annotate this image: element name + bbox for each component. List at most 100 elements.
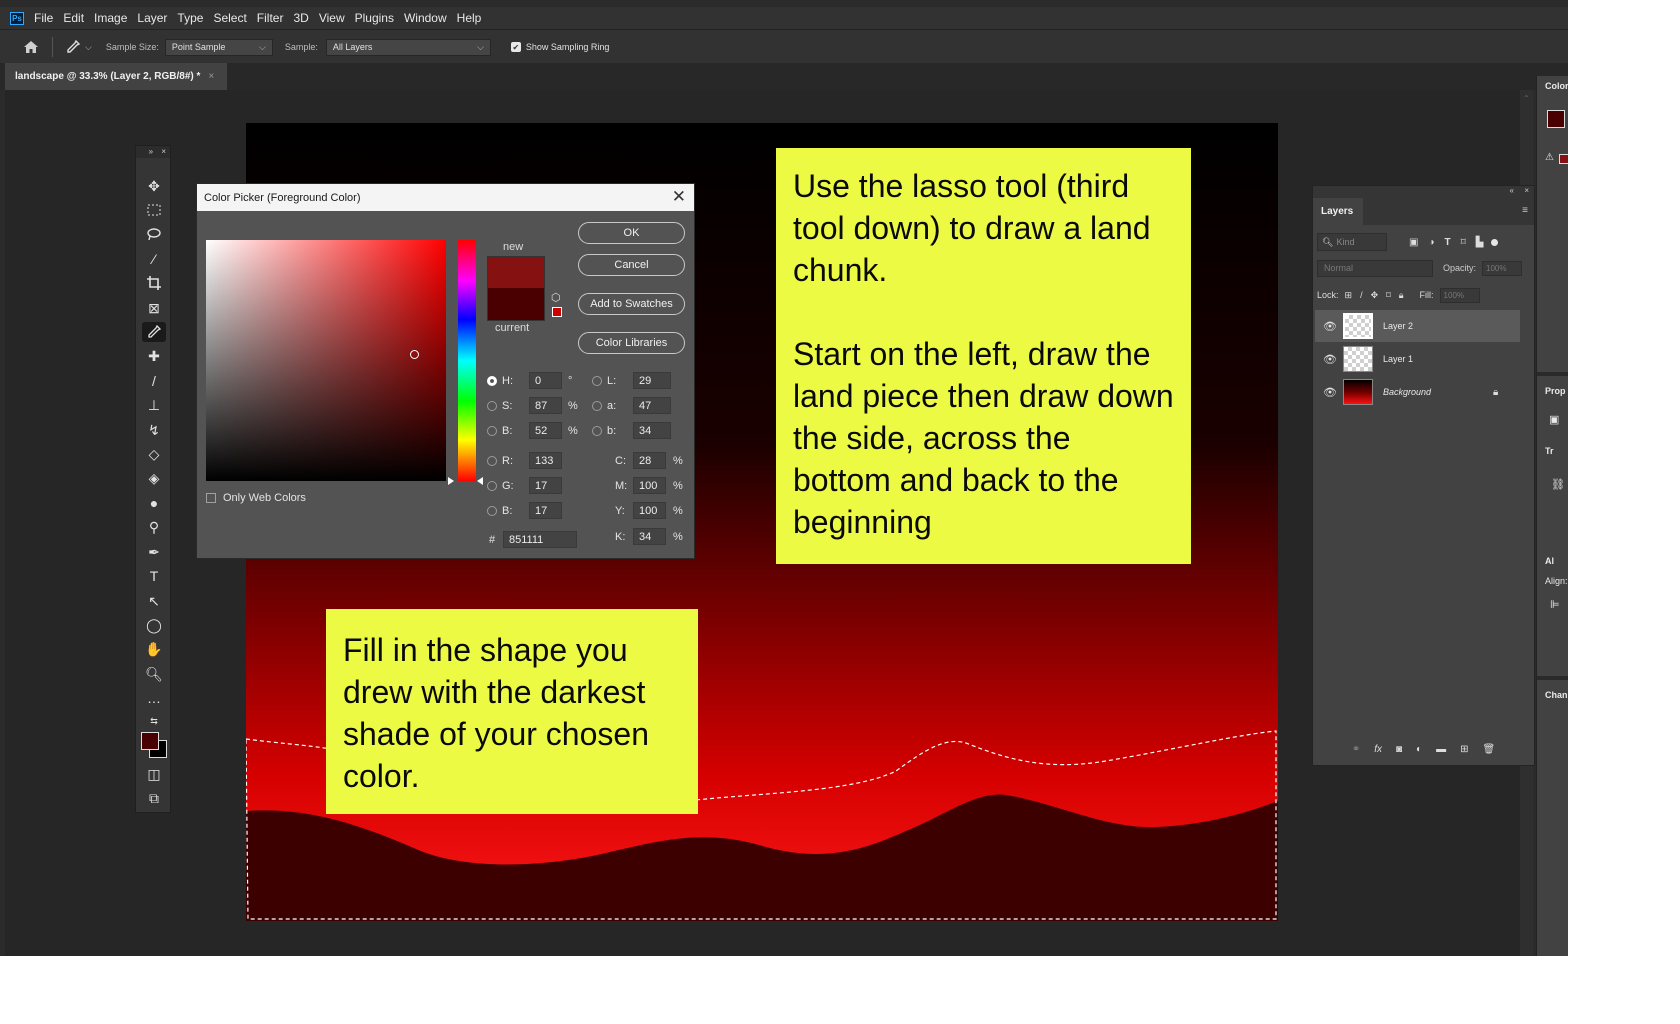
color-field[interactable] [206, 240, 446, 481]
panel-menu-icon[interactable]: ≡ [1522, 205, 1528, 216]
menu-view[interactable]: View [319, 11, 345, 25]
trash-icon[interactable]: 🗑︎ [1482, 744, 1495, 755]
brightness-radio[interactable] [487, 425, 497, 436]
hue-slider[interactable] [458, 240, 476, 481]
zoom-tool-icon[interactable]: 🔍︎ [142, 664, 166, 684]
document-tab[interactable]: landscape @ 33.3% (Layer 2, RGB/8#) * × [5, 63, 227, 90]
new-group-icon[interactable]: ▬ [1436, 744, 1446, 755]
new-layer-icon[interactable]: ⊞ [1460, 744, 1468, 755]
menu-edit[interactable]: Edit [63, 11, 84, 25]
warning-icon[interactable]: ⚠ [1545, 152, 1554, 163]
close-icon[interactable]: × [208, 71, 214, 82]
eraser-tool-icon[interactable]: ◇ [142, 444, 166, 464]
close-icon[interactable]: × [161, 147, 166, 156]
eye-icon[interactable]: 👁︎ [1323, 353, 1337, 366]
quick-mask-icon[interactable]: ◫ [142, 764, 166, 784]
magic-wand-icon[interactable]: ⁄ [142, 249, 166, 269]
align-left-icon[interactable]: ⊫ [1550, 598, 1560, 611]
menu-layer[interactable]: Layer [137, 11, 167, 25]
layer-mask-icon[interactable]: ◙ [1396, 744, 1402, 755]
crop-tool-icon[interactable] [142, 273, 166, 293]
menu-window[interactable]: Window [404, 11, 447, 25]
menu-filter[interactable]: Filter [257, 11, 284, 25]
shape-filter-icon[interactable]: ⌑ [1461, 237, 1466, 248]
adjustment-filter-icon[interactable]: ◑ [1428, 237, 1434, 248]
collapse-icon[interactable]: « [1510, 186, 1514, 195]
eye-icon[interactable]: 👁︎ [1323, 386, 1337, 399]
swap-colors-icon[interactable]: ⇆ [142, 711, 166, 731]
lasso-tool-icon[interactable] [142, 224, 166, 244]
ellipse-tool-icon[interactable]: ◯ [142, 615, 166, 635]
green-radio[interactable] [487, 480, 497, 491]
sample-size-select[interactable]: Point Sample ⌵ [164, 38, 273, 56]
tab-color[interactable]: Color [1545, 81, 1568, 91]
dialog-title-bar[interactable]: Color Picker (Foreground Color) ✕ [197, 184, 694, 211]
tab-layers[interactable]: Layers [1313, 198, 1363, 225]
frame-tool-icon[interactable]: ⊠ [142, 298, 166, 318]
healing-brush-icon[interactable]: ✚ [142, 346, 166, 366]
menu-image[interactable]: Image [94, 11, 127, 25]
menu-help[interactable]: Help [457, 11, 482, 25]
menu-select[interactable]: Select [213, 11, 246, 25]
eye-icon[interactable]: 👁︎ [1323, 320, 1337, 333]
move-tool-icon[interactable]: ✥ [142, 176, 166, 196]
more-tools-icon[interactable]: … [142, 688, 166, 708]
show-sampling-ring-checkbox[interactable]: ✔ [510, 42, 521, 52]
close-icon[interactable]: × [1524, 186, 1529, 195]
align-section[interactable]: Al [1545, 556, 1554, 566]
menu-plugins[interactable]: Plugins [355, 11, 394, 25]
menu-file[interactable]: File [34, 11, 53, 25]
red-input[interactable]: 133 [529, 452, 562, 469]
path-selection-icon[interactable]: ↖ [142, 591, 166, 611]
hand-tool-icon[interactable]: ✋ [142, 639, 166, 659]
hue-slider-marker[interactable] [477, 477, 483, 485]
history-brush-icon[interactable]: ↯ [142, 420, 166, 440]
screen-mode-icon[interactable]: ⧉ [142, 788, 166, 808]
adjustment-layer-icon[interactable]: ◐ [1416, 744, 1422, 755]
eyedropper-icon[interactable]: ⌵ [65, 39, 92, 55]
lock-all-icon[interactable]: 🔒︎ [1399, 290, 1404, 301]
menu-3d[interactable]: 3D [293, 11, 308, 25]
magenta-input[interactable]: 100 [633, 477, 666, 494]
only-web-colors-checkbox[interactable] [206, 493, 216, 503]
fill-input[interactable]: 100% [1439, 287, 1480, 303]
marquee-tool-icon[interactable] [142, 200, 166, 220]
lab-b-input[interactable]: 34 [633, 422, 671, 439]
brightness-input[interactable]: 52 [529, 422, 562, 439]
scroll-up-icon[interactable]: ⌃ [1523, 94, 1530, 103]
smart-object-filter-icon[interactable]: ▙ [1476, 237, 1484, 248]
gamut-warning-swatch[interactable] [552, 307, 562, 317]
lock-transparent-icon[interactable]: ⊞ [1345, 290, 1353, 301]
menu-type[interactable]: Type [177, 11, 203, 25]
paint-bucket-icon[interactable]: ◈ [142, 468, 166, 488]
cancel-button[interactable]: Cancel [578, 254, 685, 276]
saturation-input[interactable]: 87 [529, 397, 562, 414]
lab-a-radio[interactable] [592, 400, 602, 411]
layer-row-background[interactable]: 👁︎ Background 🔒︎ [1315, 376, 1520, 408]
blend-mode-select[interactable]: Normal [1317, 259, 1433, 277]
type-filter-icon[interactable]: T [1445, 237, 1451, 248]
cyan-input[interactable]: 28 [633, 452, 666, 469]
pixel-filter-icon[interactable]: ▣ [1409, 237, 1418, 248]
black-input[interactable]: 34 [633, 528, 666, 545]
lab-a-input[interactable]: 47 [633, 397, 671, 414]
clone-stamp-icon[interactable]: ⊥ [142, 395, 166, 415]
hue-input[interactable]: 0 [529, 372, 562, 389]
current-color-swatch[interactable] [487, 288, 545, 321]
dodge-tool-icon[interactable]: ⚲ [142, 517, 166, 537]
saturation-radio[interactable] [487, 400, 497, 411]
link-layers-icon[interactable]: ⚭ [1352, 744, 1360, 755]
pen-tool-icon[interactable]: ✒ [142, 542, 166, 562]
color-libraries-button[interactable]: Color Libraries [578, 332, 685, 354]
gamut-swatch[interactable] [1559, 154, 1568, 164]
layer-row-layer-2[interactable]: 👁︎ Layer 2 [1315, 310, 1520, 342]
hex-input[interactable]: 851111 [503, 531, 577, 548]
collapse-icon[interactable]: » [149, 147, 153, 156]
red-radio[interactable] [487, 455, 497, 466]
type-tool-icon[interactable]: T [142, 566, 166, 586]
green-input[interactable]: 17 [529, 477, 562, 494]
link-icon[interactable]: ⛓ [1551, 478, 1565, 491]
foreground-color-swatch[interactable] [141, 732, 159, 750]
home-icon[interactable] [22, 40, 40, 54]
color-field-cursor[interactable] [410, 350, 419, 359]
